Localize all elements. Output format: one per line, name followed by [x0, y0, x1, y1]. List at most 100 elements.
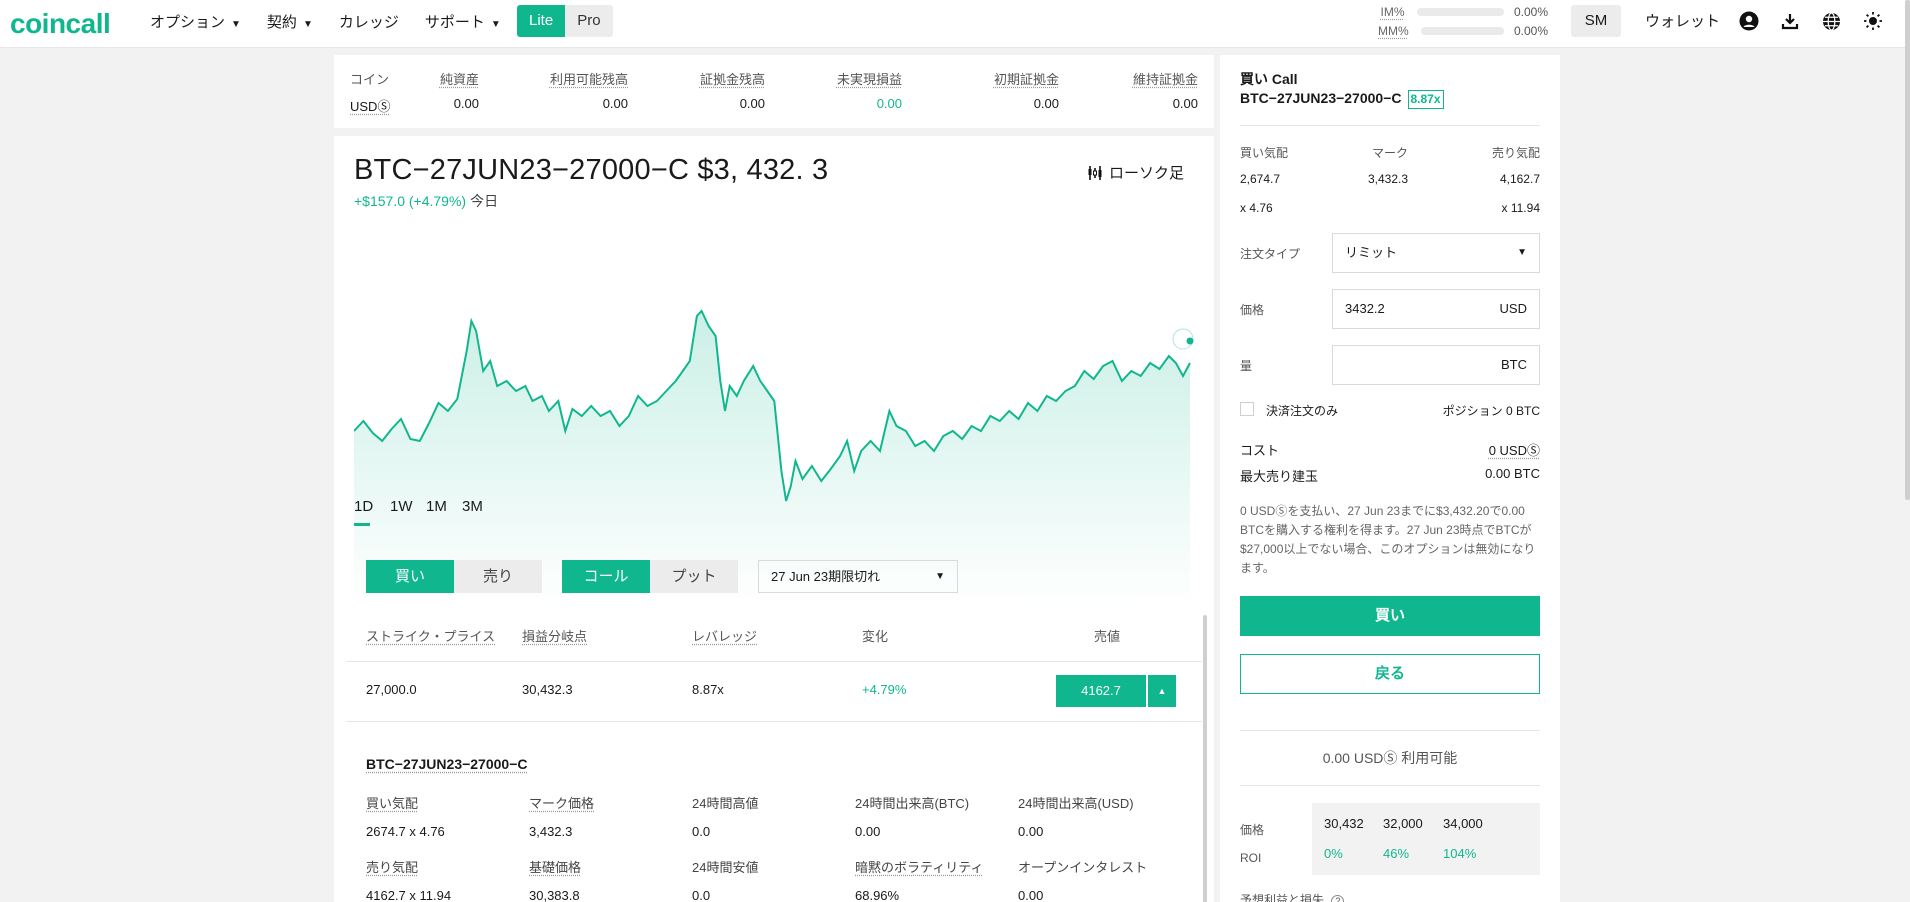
range-1d[interactable]: 1D: [354, 498, 373, 526]
nav-contracts[interactable]: 契約 ▼: [267, 11, 313, 32]
table-divider: [346, 721, 1202, 722]
account-button[interactable]: SM: [1571, 5, 1621, 37]
im-bar: [1416, 7, 1504, 16]
quantity-input[interactable]: BTC: [1332, 345, 1540, 385]
range-1w[interactable]: 1W: [390, 498, 426, 526]
nav-options[interactable]: オプション ▼: [150, 11, 241, 32]
order-instrument-name: BTC−27JUN23−27000−C: [1240, 90, 1402, 106]
mode-pro-button[interactable]: Pro: [565, 5, 613, 37]
detail-bid: 買い気配 2674.7 x 4.76: [366, 793, 526, 839]
roi-price-label: 価格: [1240, 823, 1265, 837]
order-description: 0 USDⓈを支払い、27 Jun 23までに$3,432.20で0.00 BT…: [1240, 504, 1536, 575]
detail-open-interest: オープンインタレスト 0.00: [1018, 857, 1178, 902]
nav-college-label: カレッジ: [338, 13, 399, 31]
nav-options-label: オプション: [150, 13, 226, 31]
detail-label: 24時間出来高(USD): [1018, 796, 1134, 811]
mark-label: マーク: [1372, 146, 1409, 160]
buy-tab[interactable]: 買い: [366, 560, 454, 593]
roi-table: 30,432 32,000 34,000 0% 46% 104%: [1312, 803, 1540, 875]
user-icon[interactable]: [1738, 10, 1760, 32]
coincall-logo[interactable]: coincall: [10, 8, 111, 40]
mode-toggle: Lite Pro: [517, 5, 613, 37]
row-change: +4.79%: [862, 682, 907, 697]
detail-label: 24時間出来高(BTC): [855, 796, 970, 811]
back-button[interactable]: 戻る: [1240, 654, 1540, 694]
col-strike: ストライク・プライス: [366, 629, 496, 644]
coin-usds[interactable]: USDⓈ: [350, 96, 390, 115]
expiry-select[interactable]: 27 Jun 23期限切れ ▼: [758, 560, 958, 593]
globe-icon[interactable]: [1820, 10, 1842, 32]
detail-24h-volume-btc: 24時間出来高(BTC) 0.00: [855, 793, 1015, 839]
price-unit: USD: [1499, 301, 1527, 316]
position-info: ポジション 0 BTC: [1442, 404, 1540, 418]
mm-label: MM%: [1378, 23, 1409, 38]
detail-value: 0.00: [1018, 888, 1044, 902]
table-divider: [346, 661, 1202, 662]
header-available: 利用可能残高: [549, 72, 628, 87]
header-initial-margin: 初期証拠金: [993, 72, 1059, 87]
put-tab[interactable]: プット: [650, 560, 738, 593]
table-scrollbar[interactable]: [1203, 615, 1207, 902]
detail-value: 2674.7 x 4.76: [366, 824, 445, 839]
order-type-select[interactable]: リミット ▼: [1332, 233, 1540, 273]
ask-price[interactable]: 4,162.7: [1500, 172, 1540, 186]
download-icon[interactable]: [1779, 10, 1801, 32]
header-margin-balance: 証拠金残高: [699, 72, 765, 87]
theme-icon[interactable]: [1862, 10, 1884, 32]
caret-down-icon: ▼: [490, 18, 501, 30]
expected-pl-label: 予想利益と損失 ?: [1240, 891, 1345, 902]
candlestick-icon: [1088, 165, 1102, 180]
max-sell-label: 最大売り建玉: [1240, 469, 1319, 484]
buy-button[interactable]: 買い: [1240, 596, 1540, 636]
expand-up-icon[interactable]: ▲: [1148, 675, 1176, 707]
im-row: IM% 0.00%: [1378, 2, 1548, 21]
range-3m[interactable]: 3M: [462, 498, 498, 526]
order-panel: 買い Call BTC−27JUN23−27000−C 8.87x 買い気配 マー…: [1220, 55, 1560, 902]
header-net-assets: 純資産: [439, 72, 479, 87]
help-icon[interactable]: ?: [1331, 895, 1345, 902]
roi-price-3: 34,000: [1443, 816, 1483, 831]
nav-support[interactable]: サポート ▼: [425, 11, 501, 32]
nav-college[interactable]: カレッジ: [339, 11, 399, 32]
bid-price[interactable]: 2,674.7: [1240, 172, 1280, 186]
page-scrollbar[interactable]: [1905, 0, 1910, 500]
call-tab[interactable]: コール: [562, 560, 650, 593]
price-change-value: +$157.0 (+4.79%): [354, 193, 467, 209]
detail-value: 68.96%: [855, 888, 900, 902]
value-initial-margin: 0.00: [1033, 96, 1059, 111]
detail-value: 3,432.3: [529, 824, 573, 839]
wallet-link[interactable]: ウォレット: [1645, 10, 1720, 31]
quantity-label: 量: [1240, 359, 1253, 373]
price-label: 価格: [1240, 303, 1265, 317]
divider: [1240, 125, 1540, 126]
col-ask: 売値: [1093, 629, 1120, 644]
expected-pl-text: 予想利益と損失: [1240, 893, 1325, 902]
candlestick-toggle[interactable]: ローソク足: [1087, 162, 1184, 183]
im-label: IM%: [1380, 4, 1405, 19]
mark-price[interactable]: 3,432.3: [1368, 172, 1408, 186]
order-type-value: リミット: [1345, 245, 1398, 260]
detail-value: 0.0: [692, 824, 711, 839]
price-input[interactable]: 3432.2 USD: [1332, 289, 1540, 329]
ask-size: x 11.94: [1501, 201, 1540, 215]
roi-price-2: 32,000: [1383, 816, 1423, 831]
caret-down-icon: ▼: [231, 18, 241, 30]
value-available: 0.00: [602, 96, 628, 111]
detail-label: 24時間安値: [692, 860, 759, 875]
range-1m[interactable]: 1M: [426, 498, 462, 526]
roi-value-1: 0%: [1324, 846, 1343, 861]
detail-label: 24時間高値: [692, 796, 759, 811]
roi-label: ROI: [1240, 851, 1262, 865]
leverage-badge: 8.87x: [1407, 90, 1444, 109]
caret-down-icon: ▼: [302, 18, 313, 30]
ask-price-button[interactable]: 4162.7: [1056, 675, 1146, 707]
mode-lite-button[interactable]: Lite: [517, 5, 566, 37]
price-chart[interactable]: [354, 256, 1194, 606]
instrument-title: BTC−27JUN23−27000−C $3, 432. 3: [354, 154, 829, 186]
detail-24h-high: 24時間高値 0.0: [692, 793, 852, 839]
expiry-value: 27 Jun 23期限切れ: [771, 569, 881, 584]
reduce-only-checkbox[interactable]: [1240, 402, 1254, 416]
balance-summary: コイン 純資産 利用可能残高 証拠金残高 未実現損益 初期証拠金 維持証拠金 U…: [334, 55, 1214, 128]
row-leverage: 8.87x: [692, 682, 724, 697]
sell-tab[interactable]: 売り: [454, 560, 542, 593]
